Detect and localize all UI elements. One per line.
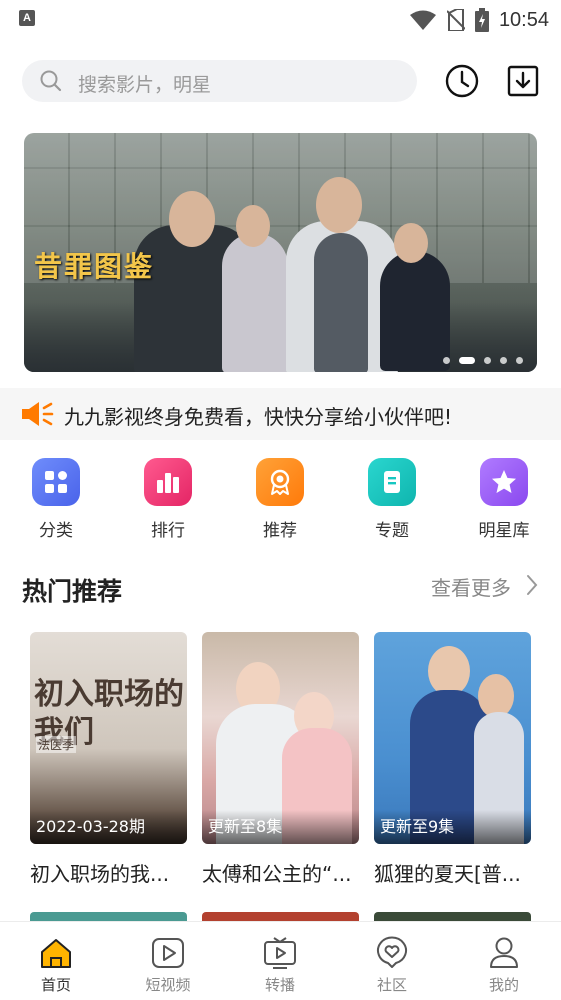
- video-card[interactable]: 更新至9集 狐狸的夏天[普...: [374, 632, 531, 887]
- video-poster: 初入职场的我们 法医季 2022-03-28期: [30, 632, 187, 844]
- ranking-icon: [144, 458, 192, 506]
- category-shortcuts: 分类 排行 推荐 专题 明星库: [0, 458, 561, 548]
- video-title: 狐狸的夏天[普...: [374, 862, 521, 886]
- status-bar: A 10:54: [0, 0, 561, 40]
- banner-figure-head: [394, 223, 428, 263]
- award-icon: [256, 458, 304, 506]
- tab-label: 首页: [40, 976, 71, 994]
- category-item-stars[interactable]: 明星库: [464, 458, 544, 541]
- category-item-classify[interactable]: 分类: [16, 458, 96, 541]
- banner-pagination: [443, 357, 523, 364]
- poster-subtitle: 法医季: [36, 736, 77, 753]
- video-title: 初入职场的我...: [30, 862, 170, 886]
- video-poster: 更新至8集: [202, 632, 359, 844]
- tab-short-video[interactable]: 短视频: [112, 922, 224, 1000]
- banner-carousel[interactable]: 昔罪图鉴: [24, 133, 537, 372]
- banner-figure-shirt: [314, 233, 368, 372]
- tab-label: 转播: [264, 976, 295, 994]
- pagination-dot[interactable]: [516, 357, 523, 364]
- category-label: 分类: [39, 521, 73, 541]
- heart-chat-icon: [377, 936, 407, 968]
- video-card[interactable]: 初入职场的我们 法医季 2022-03-28期 初入职场的我...: [30, 632, 187, 887]
- notification-app-icon: A: [19, 10, 35, 26]
- download-button[interactable]: [505, 63, 541, 99]
- banner-title-art: 昔罪图鉴: [34, 250, 155, 283]
- battery-icon: [474, 8, 489, 32]
- category-item-recommend[interactable]: 推荐: [240, 458, 320, 541]
- megaphone-icon: [22, 402, 54, 426]
- pagination-dot[interactable]: [484, 357, 491, 364]
- tab-label: 社区: [376, 976, 407, 994]
- play-icon: [152, 938, 184, 968]
- category-item-ranking[interactable]: 排行: [128, 458, 208, 541]
- history-button[interactable]: [444, 63, 480, 99]
- banner-figure: [380, 251, 450, 371]
- notice-text: 九九影视终身免费看，快快分享给小伙伴吧!: [64, 405, 453, 429]
- banner-figure-head: [236, 205, 270, 247]
- episode-tag: 更新至9集: [374, 810, 531, 844]
- no-sim-icon: [446, 9, 465, 31]
- broadcast-icon: [264, 937, 296, 969]
- video-title: 太傅和公主的“...: [202, 862, 352, 886]
- notice-bar[interactable]: 九九影视终身免费看，快快分享给小伙伴吧!: [0, 388, 561, 440]
- section-title: 热门推荐: [22, 577, 123, 606]
- pagination-dot-active[interactable]: [459, 357, 475, 364]
- episode-tag: 更新至8集: [202, 810, 359, 844]
- topic-icon: [368, 458, 416, 506]
- history-clock-icon: [445, 64, 479, 98]
- category-label: 明星库: [478, 521, 530, 541]
- tab-label: 我的: [488, 976, 519, 994]
- poster-figure: [428, 646, 470, 696]
- banner-figure-head: [169, 191, 215, 247]
- video-card[interactable]: 更新至8集 太傅和公主的“...: [202, 632, 359, 887]
- search-icon: [40, 70, 62, 92]
- bottom-tab-bar: 首页 短视频 转播 社区 我的: [0, 921, 561, 1000]
- search-bar[interactable]: 搜索影片，明星: [22, 60, 417, 102]
- tab-broadcast[interactable]: 转播: [224, 922, 336, 1000]
- video-poster: 更新至9集: [374, 632, 531, 844]
- tab-label: 短视频: [145, 976, 191, 994]
- status-icons: 10:54: [409, 5, 549, 35]
- banner-figure: [222, 233, 288, 372]
- category-label: 推荐: [263, 521, 297, 541]
- tab-community[interactable]: 社区: [336, 922, 448, 1000]
- category-item-topic[interactable]: 专题: [352, 458, 432, 541]
- see-more-link[interactable]: 查看更多: [431, 572, 511, 601]
- search-placeholder: 搜索影片，明星: [78, 74, 212, 96]
- category-label: 排行: [151, 521, 185, 541]
- home-icon: [41, 939, 71, 968]
- star-icon: [480, 458, 528, 506]
- pagination-dot[interactable]: [443, 357, 450, 364]
- tab-mine[interactable]: 我的: [448, 922, 560, 1000]
- download-icon: [507, 65, 539, 97]
- clock-time: 10:54: [498, 8, 549, 31]
- chevron-right-icon[interactable]: [525, 573, 539, 597]
- tab-home[interactable]: 首页: [0, 922, 112, 1000]
- grid-icon: [32, 458, 80, 506]
- user-icon: [490, 937, 518, 968]
- banner-figure-head: [316, 177, 362, 233]
- pagination-dot[interactable]: [500, 357, 507, 364]
- episode-tag: 2022-03-28期: [30, 810, 187, 844]
- wifi-icon: [409, 10, 436, 30]
- category-label: 专题: [375, 521, 409, 541]
